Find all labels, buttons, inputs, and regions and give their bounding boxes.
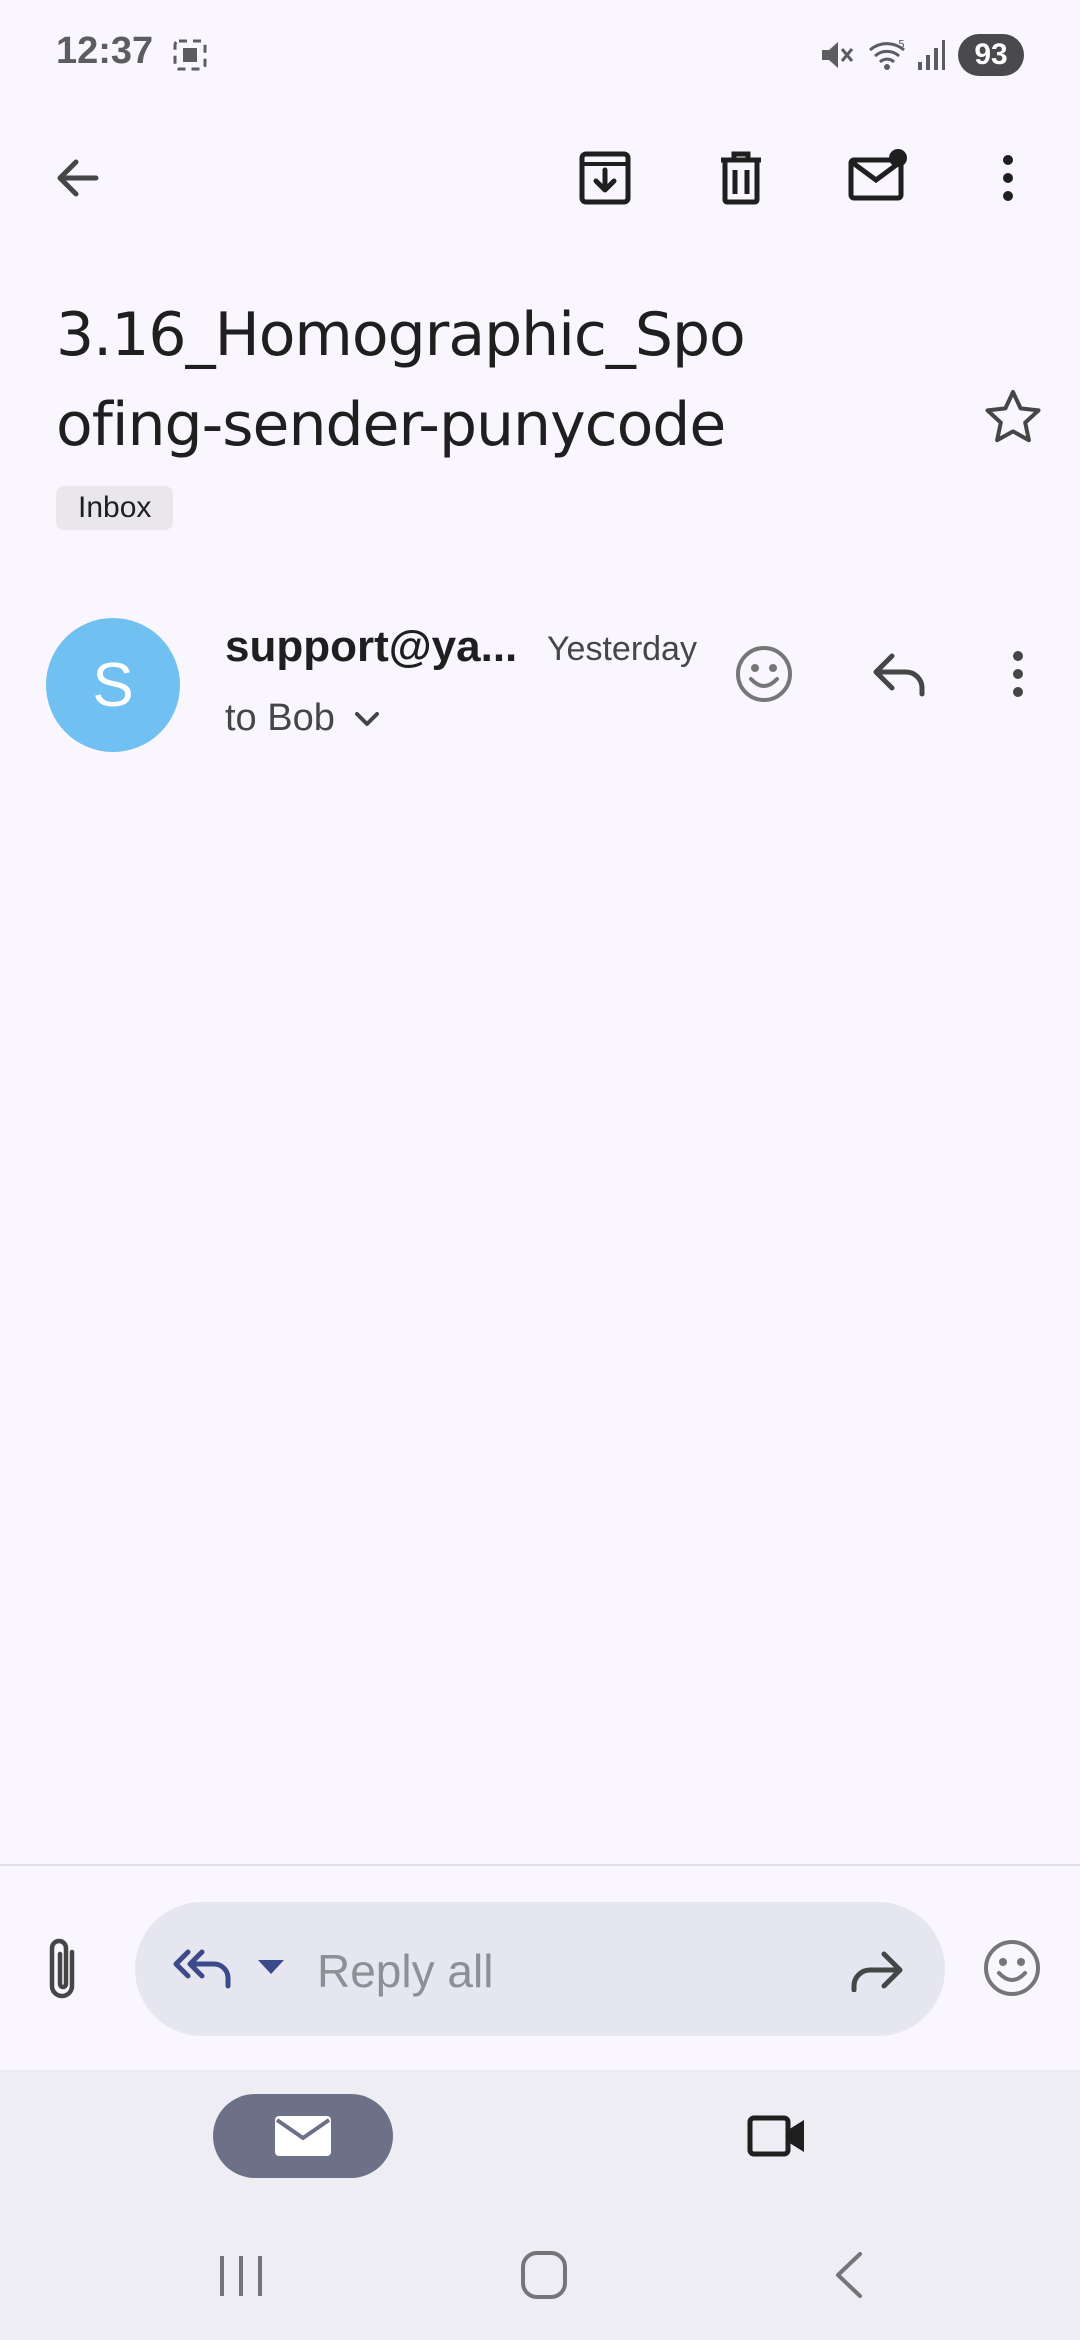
- video-camera-icon[interactable]: [746, 2112, 808, 2160]
- caret-down-icon[interactable]: [256, 1958, 286, 1976]
- sender-name[interactable]: support@ya...: [225, 622, 517, 672]
- back-nav-icon[interactable]: [830, 2250, 866, 2300]
- reply-all-placeholder: Reply all: [317, 1945, 494, 1997]
- archive-icon[interactable]: [578, 150, 632, 206]
- recipient-label: to Bob: [225, 697, 335, 739]
- screenshot-icon: [172, 38, 208, 72]
- star-icon[interactable]: [984, 388, 1042, 444]
- forward-icon[interactable]: [848, 1948, 904, 1992]
- arrow-left-icon[interactable]: [50, 150, 106, 206]
- reply-bar-divider: [0, 1864, 1080, 1866]
- avatar[interactable]: S: [46, 618, 180, 752]
- chevron-down-icon[interactable]: [353, 709, 381, 729]
- svg-text:5: 5: [898, 38, 905, 51]
- reply-all-icon[interactable]: [172, 1946, 236, 1990]
- attachment-icon[interactable]: [44, 1936, 84, 2002]
- reply-icon[interactable]: [872, 650, 928, 698]
- mail-icon: [273, 2114, 333, 2158]
- label-chip[interactable]: Inbox: [56, 486, 174, 530]
- recent-apps-icon[interactable]: [218, 2254, 264, 2298]
- battery-level: 93: [958, 34, 1024, 76]
- signal-icon: [916, 38, 946, 72]
- nav-mail-tab[interactable]: [213, 2094, 393, 2178]
- emoji-reaction-icon[interactable]: [734, 644, 794, 704]
- recipient-details[interactable]: to Bob: [225, 697, 381, 740]
- wifi-icon: 5: [866, 36, 910, 72]
- message-more-icon[interactable]: [1006, 648, 1030, 700]
- trash-icon[interactable]: [718, 150, 764, 206]
- more-vert-icon[interactable]: [996, 152, 1020, 204]
- email-time: Yesterday: [547, 630, 697, 668]
- email-subject: 3.16_Homographic_Spoofing-sender-punycod…: [56, 300, 746, 460]
- mail-unread-icon[interactable]: [848, 148, 908, 204]
- status-time: 12:37: [56, 30, 154, 72]
- emoji-icon[interactable]: [982, 1938, 1042, 1998]
- mute-icon: [818, 38, 854, 72]
- home-icon[interactable]: [520, 2250, 568, 2300]
